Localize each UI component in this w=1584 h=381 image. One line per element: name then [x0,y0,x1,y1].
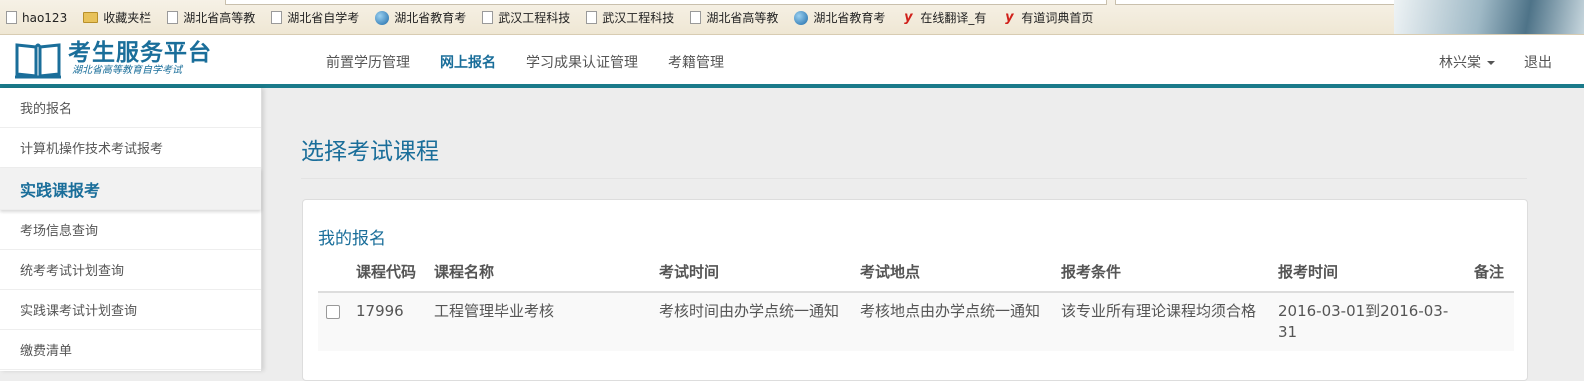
page-title: 选择考试课程 [301,139,439,165]
bookmark-label: 湖北省高等教 [183,11,256,25]
bookmark-item[interactable]: 湖北省高等教 [690,9,778,26]
nav-exam-record[interactable]: 考籍管理 [668,52,724,72]
table-row: 17996 工程管理毕业考核 考核时间由办学点统一通知 考核地点由办学点统一通知… [318,292,1514,351]
table-header-row: 课程代码 课程名称 考试时间 考试地点 报考条件 报考时间 备注 [318,262,1514,293]
page-icon [482,11,494,24]
user-name: 林兴棠 [1439,55,1481,71]
youdao-icon: y [904,10,913,25]
bookmark-item[interactable]: y 有道词典首页 [1002,9,1093,26]
column-course-name: 课程名称 [426,262,651,293]
title-divider [301,178,1527,179]
sidebar: 我的报名 计算机操作技术考试报考 实践课报考 考场信息查询 统考考试计划查询 实… [0,88,262,371]
bookmark-item[interactable]: 湖北省教育考 [794,9,885,26]
site-header: 考生服务平台 湖北省高等教育自学考试 前置学历管理 网上报名 学习成果认证管理 … [0,35,1584,85]
bookmark-item[interactable]: hao123 [6,11,67,25]
page-icon [271,11,283,24]
open-book-icon [14,39,62,79]
sidebar-item-practice-plan[interactable]: 实践课考试计划查询 [0,290,261,330]
bookmark-label: 湖北省教育考 [813,11,886,25]
globe-icon [794,10,809,25]
youdao-icon: y [1005,10,1014,25]
cell-exam-time: 考核时间由办学点统一通知 [651,292,852,351]
logo-title: 考生服务平台 [68,40,212,66]
panel-title: 我的报名 [318,229,386,249]
nav-learning-achievement[interactable]: 学习成果认证管理 [526,52,638,72]
page-icon [690,11,702,24]
sidebar-item-computer-exam[interactable]: 计算机操作技术考试报考 [0,128,261,168]
sidebar-item-my-registration[interactable]: 我的报名 [0,88,261,128]
logout-link[interactable]: 退出 [1524,52,1552,72]
nav-online-registration[interactable]: 网上报名 [440,52,496,72]
sidebar-item-exam-site-query[interactable]: 考场信息查询 [0,210,261,250]
registration-panel: 我的报名 课程代码 课程名称 考试时间 考试地点 报考条件 报考时间 备注 17… [302,199,1528,381]
bookmark-item[interactable]: 收藏夹栏 [83,9,151,26]
logo-subtitle: 湖北省高等教育自学考试 [72,65,182,76]
top-navigation: 前置学历管理 网上报名 学习成果认证管理 考籍管理 [326,52,754,72]
column-exam-place: 考试地点 [852,262,1053,293]
bookmark-item[interactable]: 湖北省自学考 [271,9,359,26]
page-icon [586,11,598,24]
sidebar-item-fee-list[interactable]: 缴费清单 [0,330,261,370]
column-select [318,262,348,293]
cell-remark [1466,292,1514,351]
bookmark-label: 武汉工程科技 [498,11,571,25]
bookmark-label: hao123 [22,10,68,25]
bookmark-label: 在线翻译_有 [920,11,987,25]
bookmark-label: 有道词典首页 [1021,11,1094,25]
address-bar-edge[interactable] [225,0,1107,5]
sidebar-item-unified-plan[interactable]: 统考考试计划查询 [0,250,261,290]
column-period: 报考时间 [1270,262,1466,293]
page-icon [167,11,179,24]
nav-prior-education[interactable]: 前置学历管理 [326,52,410,72]
bookmark-label: 湖北省自学考 [287,11,360,25]
cell-condition: 该专业所有理论课程均须合格 [1053,292,1270,351]
column-exam-time: 考试时间 [651,262,852,293]
bookmark-label: 湖北省高等教 [706,11,779,25]
folder-icon [83,12,99,23]
bookmark-item[interactable]: 湖北省教育考 [375,9,466,26]
bookmark-label: 收藏夹栏 [103,11,152,25]
browser-theme-background [1394,0,1584,34]
bookmarks-bar: hao123 收藏夹栏 湖北省高等教 湖北省自学考 湖北省教育考 武汉工程科技 武汉工程科技… [0,0,1584,35]
cell-course-name: 工程管理毕业考核 [426,292,651,351]
user-menu[interactable]: 林兴棠 [1439,52,1495,72]
row-checkbox[interactable] [326,305,340,319]
bookmark-item[interactable]: 湖北省高等教 [167,9,255,26]
course-table: 课程代码 课程名称 考试时间 考试地点 报考条件 报考时间 备注 17996 工… [318,262,1514,351]
sidebar-item-practice-exam[interactable]: 实践课报考 [0,168,261,210]
column-remark: 备注 [1466,262,1514,293]
column-course-code: 课程代码 [348,262,426,293]
globe-icon [375,10,390,25]
cell-course-code: 17996 [348,292,426,351]
page-icon [6,11,17,24]
column-condition: 报考条件 [1053,262,1270,293]
cell-exam-place: 考核地点由办学点统一通知 [852,292,1053,351]
site-logo[interactable]: 考生服务平台 湖北省高等教育自学考试 [14,39,212,79]
bookmark-list: hao123 收藏夹栏 湖北省高等教 湖北省自学考 湖北省教育考 武汉工程科技 武汉工程科技… [6,9,1109,26]
bookmark-item[interactable]: 武汉工程科技 [482,9,570,26]
search-box-edge[interactable] [1115,0,1413,5]
caret-down-icon [1487,61,1495,65]
bookmark-label: 武汉工程科技 [602,11,675,25]
bookmark-label: 湖北省教育考 [394,11,467,25]
bookmark-item[interactable]: 武汉工程科技 [586,9,674,26]
cell-period: 2016-03-01到2016-03-31 [1270,292,1466,351]
bookmark-item[interactable]: y 在线翻译_有 [901,9,986,26]
